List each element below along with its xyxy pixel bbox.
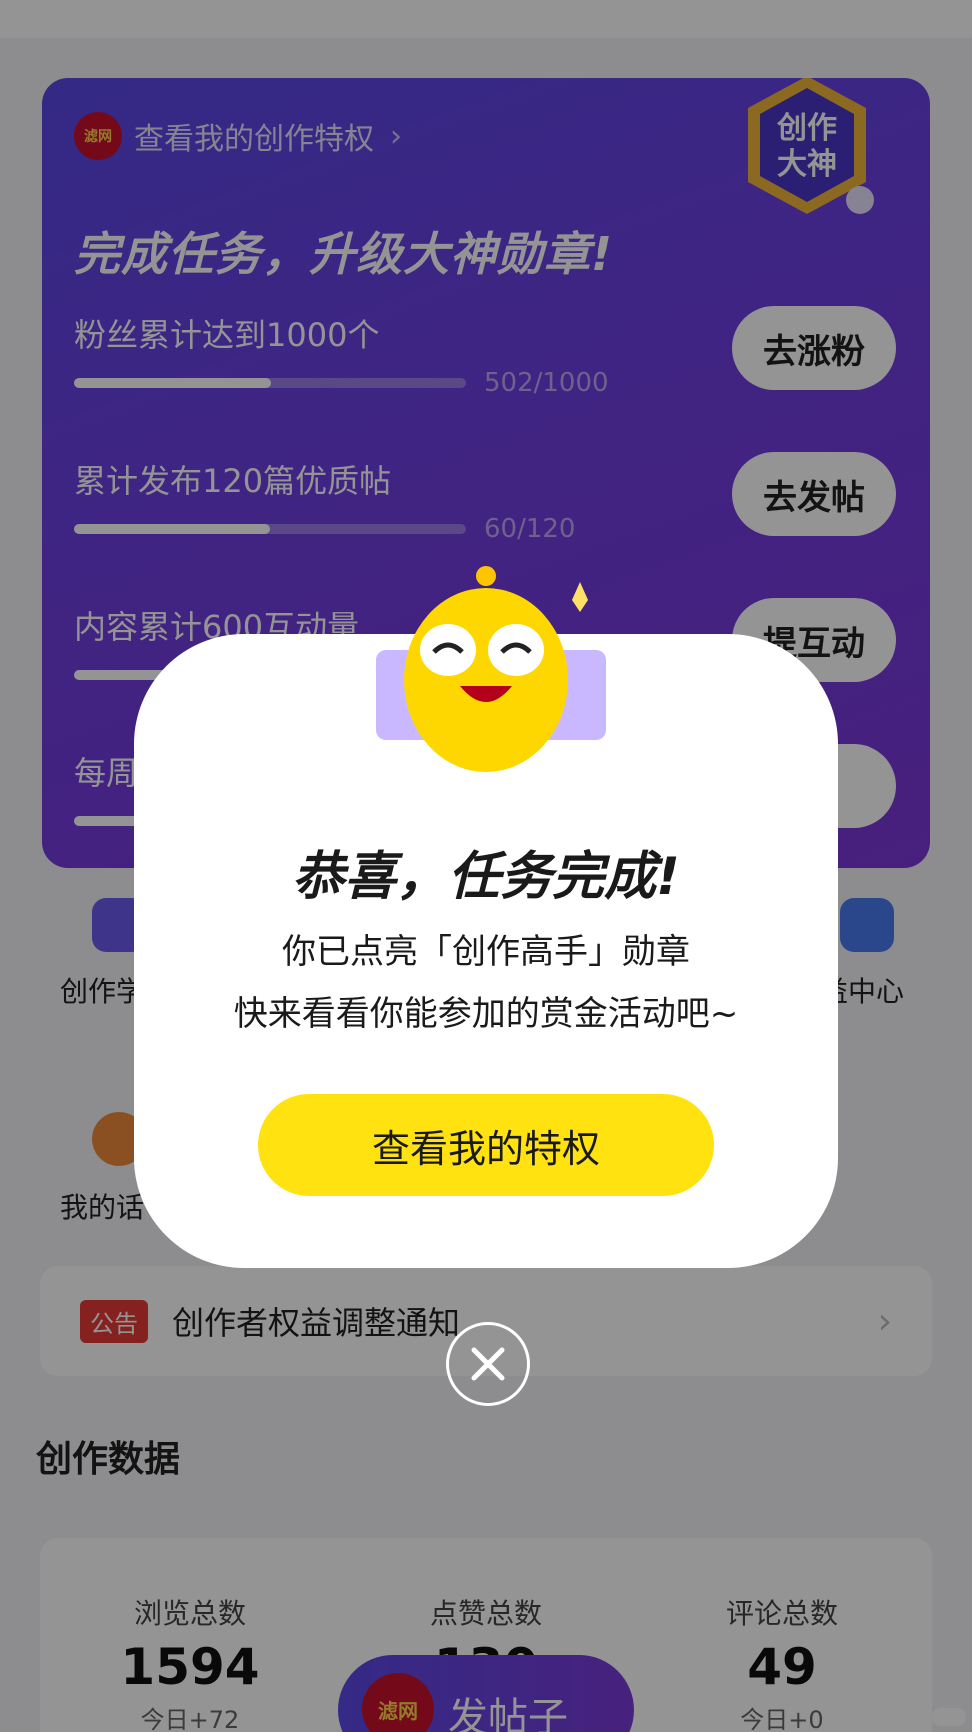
dialog-message-line1: 你已点亮「创作高手」勋章 [282, 932, 690, 972]
close-icon [471, 1347, 505, 1381]
dialog-message-line2: 快来看看你能参加的赏金活动吧~ [233, 994, 739, 1034]
close-button[interactable] [446, 1322, 530, 1406]
mascot-illustration [376, 566, 606, 772]
view-privilege-button[interactable]: 查看我的特权 [258, 1094, 714, 1196]
dialog-title: 恭喜，任务完成! [292, 847, 680, 907]
